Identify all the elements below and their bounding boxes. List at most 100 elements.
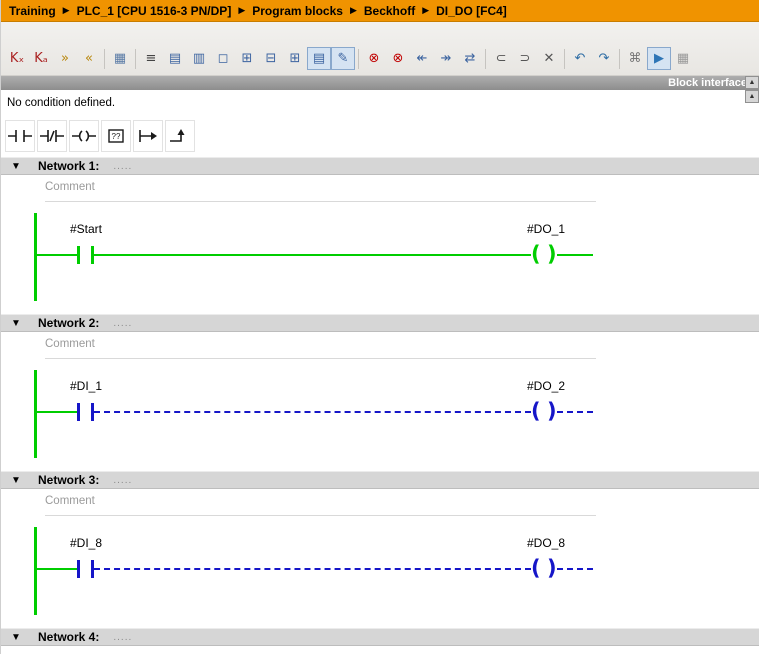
insert-coil-icon[interactable]: ⊟ [259,47,283,70]
pane-buttons: ▲ ▲ [745,76,759,103]
lad-editor-window: Training ▶ PLC_1 [CPU 1516-3 PN/DP] ▶ Progra… [0,0,759,654]
breadcrumb-item[interactable]: Beckhoff [364,4,415,18]
expand-operands-icon[interactable]: » [53,47,77,70]
coil-symbol[interactable]: ( [531,557,541,579]
consistency-check-icon[interactable]: ⇄ [458,47,482,70]
coil-symbol[interactable]: ) [547,400,557,422]
wire-segment [37,254,77,256]
coil-symbol[interactable]: ) [547,557,557,579]
insert-crossing-icon[interactable]: ✕ [537,47,561,70]
insert-branch-icon[interactable]: ⊞ [283,47,307,70]
favorite-open-branch-button[interactable] [133,120,163,152]
network-title: Network 4: [38,630,99,644]
wire-segment [94,254,531,256]
insert-element-icon[interactable]: ▦ [108,47,132,70]
network-3-header[interactable]: ▼ Network 3: ..... [1,471,759,489]
wire-segment [557,568,593,570]
contact-operand[interactable]: #DI_1 [49,379,123,393]
symbolic-operands-icon[interactable]: Kₐ [29,47,53,70]
insert-empty-network-icon[interactable]: ▥ [187,47,211,70]
go-to-previous-icon[interactable]: ↶ [568,47,592,70]
power-rail [34,370,37,458]
network-title: Network 2: [38,316,99,330]
network-title-placeholder[interactable]: ..... [113,475,132,486]
breadcrumb-item[interactable]: Program blocks [252,4,343,18]
favorite-coil-button[interactable] [69,120,99,152]
coil-symbol[interactable]: ( [531,243,541,265]
coil-operand[interactable]: #DO_2 [507,379,585,393]
contact-symbol[interactable] [77,403,80,421]
close-branch-toolbar-icon[interactable]: ⊃ [513,47,537,70]
coil-symbol[interactable]: ( [531,400,541,422]
toolbar: KₓKₐ»«▦≡▤▥◻⊞⊟⊞▤✎⊗⊗↞↠⇄⊂⊃✕↶↷⌘▶▦ [1,22,759,76]
contact-symbol[interactable] [77,560,80,578]
toolbar-separator [564,49,565,69]
favorite-close-branch-button[interactable] [165,120,195,152]
previous-error-icon[interactable]: ⊗ [362,47,386,70]
insert-network-icon[interactable]: ▤ [163,47,187,70]
coil-operand[interactable]: #DO_8 [507,536,585,550]
insert-empty-box-icon[interactable]: ⊞ [235,47,259,70]
network-comment[interactable]: Comment [45,181,95,193]
contact-symbol[interactable] [77,246,80,264]
network-1: ▼ Network 1: ..... Comment #Start #DO_1 … [1,157,759,314]
breadcrumb-item[interactable]: Training [9,4,56,18]
network-title-placeholder[interactable]: ..... [113,161,132,172]
network-4: ▼ Network 4: ..... [1,628,759,654]
collapse-triangle-icon[interactable]: ▼ [11,161,38,172]
ladder-rung: #DI_1 #DO_2 ( ) [1,366,759,471]
breadcrumb-separator-icon: ▶ [63,5,70,16]
collapse-triangle-icon[interactable]: ▼ [11,318,38,329]
ladder-rung: #Start #DO_1 ( ) [1,209,759,314]
network-overview-icon[interactable]: ≡ [139,47,163,70]
coil-operand[interactable]: #DO_1 [507,222,585,236]
collapse-triangle-icon[interactable]: ▼ [11,475,38,486]
network-comment[interactable]: Comment [45,338,95,350]
network-1-header[interactable]: ▼ Network 1: ..... [1,157,759,175]
network-2-header[interactable]: ▼ Network 2: ..... [1,314,759,332]
scroll-up-button[interactable]: ▲ [745,90,759,103]
toolbar-separator [485,49,486,69]
favorite-open-contact-button[interactable] [5,120,35,152]
collapse-operands-icon[interactable]: « [77,47,101,70]
power-rail [34,213,37,301]
network-4-header[interactable]: ▼ Network 4: ..... [1,628,759,646]
network-title-placeholder[interactable]: ..... [113,632,132,643]
breadcrumb-item[interactable]: PLC_1 [CPU 1516-3 PN/DP] [77,4,232,18]
start-monitoring-icon[interactable]: ▶ [647,47,671,70]
contact-operand[interactable]: #Start [49,222,123,236]
block-properties-icon[interactable]: ▦ [671,47,695,70]
network-comment-row: Comment [1,489,759,523]
contact-operand[interactable]: #DI_8 [49,536,123,550]
update-block-calls-icon[interactable]: ↞ [410,47,434,70]
favorite-empty-box-button[interactable]: ?? [101,120,131,152]
free-form-comments-icon[interactable]: ✎ [331,47,355,70]
network-comment-row: Comment [1,332,759,366]
open-branch-toolbar-icon[interactable]: ⊂ [489,47,513,70]
go-to-next-icon[interactable]: ↷ [592,47,616,70]
favorite-closed-contact-button[interactable] [37,120,67,152]
breadcrumb-separator-icon: ▶ [422,5,429,16]
power-rail [34,527,37,615]
toolbar-separator [135,49,136,69]
breadcrumb-item[interactable]: DI_DO [FC4] [436,4,507,18]
network-comment-row: Comment [1,175,759,209]
absolute-operands-icon[interactable]: Kₓ [5,47,29,70]
coil-symbol[interactable]: ) [547,243,557,265]
network-4-body [1,646,759,654]
network-title-placeholder[interactable]: ..... [113,318,132,329]
svg-text:??: ?? [112,132,121,141]
network-comment[interactable]: Comment [45,495,95,507]
next-error-icon[interactable]: ⊗ [386,47,410,70]
coil-icon [72,128,96,144]
wire-segment [557,411,593,413]
pane-collapse-button[interactable]: ▲ [745,76,759,89]
access-level-icon[interactable]: ⌘ [623,47,647,70]
network-1-body: Comment #Start #DO_1 ( ) [1,175,759,314]
show-absolute-info-icon[interactable]: ▤ [307,47,331,70]
block-interface-bar[interactable]: Block interface [1,76,759,90]
condition-status-text: No condition defined. [7,97,115,109]
synchronize-calls-icon[interactable]: ↠ [434,47,458,70]
toggle-network-comments-icon[interactable]: ◻ [211,47,235,70]
collapse-triangle-icon[interactable]: ▼ [11,632,38,643]
